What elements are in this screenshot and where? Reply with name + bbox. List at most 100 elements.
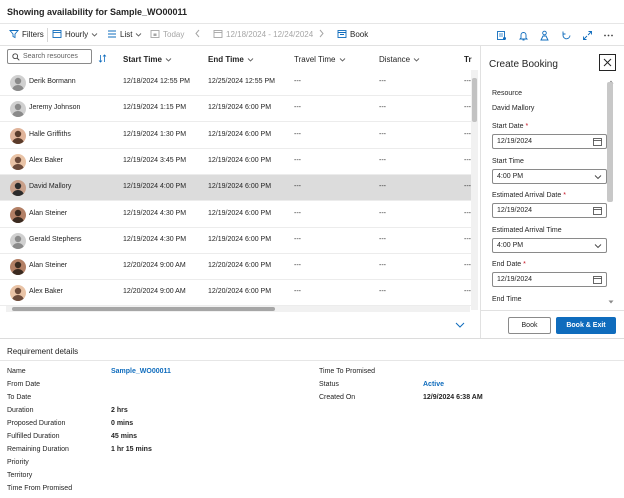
resource-row[interactable]: Jeremy Johnson 12/19/2024 1:15 PM 12/19/20… <box>0 96 472 123</box>
end-time-label: End Time <box>492 296 522 303</box>
resource-row[interactable]: Gerald Stephens 12/19/2024 4:30 PM 12/19/2… <box>0 228 472 254</box>
list-icon <box>108 30 116 38</box>
end-time-cell: 12/20/2024 6:00 PM <box>208 288 272 296</box>
requirement-field-value: 45 mins <box>111 433 138 440</box>
list-label: List <box>120 29 133 39</box>
close-panel-button[interactable] <box>599 54 616 71</box>
truncated-cell: --- <box>464 209 471 217</box>
calendar-icon <box>593 276 602 284</box>
resource-row[interactable]: Alex Baker 12/19/2024 3:45 PM 12/19/2024 6… <box>0 149 472 175</box>
chevron-right-icon <box>319 29 324 38</box>
requirement-field-label: Name <box>7 368 26 375</box>
resource-row[interactable]: David Mallory 12/19/2024 4:00 PM 12/19/202… <box>0 175 472 202</box>
panel-title: Create Booking <box>489 59 558 70</box>
requirement-field-label: Created On <box>319 394 356 401</box>
resource-row[interactable]: Alan Steiner 12/19/2024 4:30 PM 12/19/2024… <box>0 202 472 228</box>
est-arrival-date-value: 12/19/2024 <box>497 207 533 214</box>
next-range-button[interactable] <box>318 29 325 38</box>
start-date-label: Start Date * <box>492 123 529 130</box>
resource-name: Alan Steiner <box>29 262 68 270</box>
avatar <box>10 206 26 223</box>
end-time-cell: 12/19/2024 6:00 PM <box>208 156 272 164</box>
start-date-field[interactable]: 12/19/2024 <box>492 134 607 149</box>
resource-name: Alex Baker <box>29 288 63 296</box>
expand-button[interactable] <box>580 28 594 42</box>
start-time-cell: 12/20/2024 9:00 AM <box>123 288 186 296</box>
refresh-button[interactable] <box>559 28 573 42</box>
requirement-details-heading: Requirement details <box>7 347 79 356</box>
resource-name: Alex Baker <box>29 156 63 164</box>
refresh-icon <box>562 31 570 39</box>
column-header-travel-time[interactable]: Travel Time <box>294 55 346 64</box>
date-range-picker[interactable]: 12/18/2024 - 12/24/2024 <box>213 29 313 39</box>
sort-button[interactable] <box>98 54 107 65</box>
column-header-end-time[interactable]: End Time <box>208 55 254 64</box>
est-arrival-time-select[interactable]: 4:00 PM <box>492 238 607 253</box>
map-icon-button[interactable] <box>494 28 508 42</box>
calendar-icon <box>593 207 602 215</box>
requirement-field-link[interactable]: Active <box>423 381 444 388</box>
travel-time-cell: --- <box>294 235 301 243</box>
requirement-field-label: Proposed Duration <box>7 420 66 427</box>
search-icon <box>12 52 20 61</box>
resource-name: David Mallory <box>29 183 72 191</box>
start-time-cell: 12/19/2024 4:30 PM <box>123 235 187 243</box>
notifications-button[interactable] <box>516 28 530 42</box>
truncated-cell: --- <box>464 183 471 191</box>
est-arrival-date-label: Estimated Arrival Date * <box>492 192 566 199</box>
more-options-button[interactable] <box>601 28 615 42</box>
chevron-down-icon <box>455 322 465 328</box>
end-time-cell: 12/19/2024 6:00 PM <box>208 104 272 112</box>
book-button[interactable]: Book <box>508 317 551 334</box>
expand-grid-button[interactable] <box>455 321 465 331</box>
hourly-label: Hourly <box>65 29 89 39</box>
hourly-dropdown[interactable]: Hourly <box>52 29 98 39</box>
travel-time-cell: --- <box>294 130 301 138</box>
column-header-label: Tr <box>464 55 472 64</box>
resource-row[interactable]: Derik Bormann 12/18/2024 12:55 PM 12/25/20… <box>0 70 472 96</box>
vertical-scrollbar-thumb[interactable] <box>472 78 477 122</box>
today-button[interactable]: Today <box>150 29 184 39</box>
column-header-label: Distance <box>379 55 411 64</box>
est-arrival-date-field[interactable]: 12/19/2024 <box>492 203 607 218</box>
filters-label: Filters <box>22 29 44 39</box>
resource-button[interactable] <box>537 28 551 42</box>
column-header-truncated[interactable]: Tr <box>464 55 472 64</box>
avatar <box>10 101 26 118</box>
resource-row[interactable]: Alex Baker 12/20/2024 9:00 AM 12/20/2024 6… <box>0 280 472 307</box>
horizontal-scrollbar-thumb[interactable] <box>12 307 275 311</box>
start-time-select[interactable]: 4:00 PM <box>492 169 607 184</box>
book-toolbar-button[interactable]: Book <box>337 29 368 39</box>
calendar-settings-icon <box>52 30 62 38</box>
avatar <box>10 180 26 197</box>
resource-name: Halle Griffiths <box>29 130 71 138</box>
requirement-field-link[interactable]: Sample_WO00011 <box>111 368 171 375</box>
end-date-value: 12/19/2024 <box>497 276 533 283</box>
column-header-start-time[interactable]: Start Time <box>123 55 172 64</box>
avatar <box>10 127 26 144</box>
book-toolbar-label: Book <box>350 29 369 39</box>
filters-button[interactable]: Filters <box>9 29 44 39</box>
avatar <box>10 153 26 170</box>
resource-row[interactable]: Alan Steiner 12/20/2024 9:00 AM 12/20/2024… <box>0 254 472 281</box>
list-dropdown[interactable]: List <box>107 29 142 39</box>
column-header-distance[interactable]: Distance <box>379 55 420 64</box>
resource-row[interactable]: Halle Griffiths 12/19/2024 1:30 PM 12/19/2… <box>0 123 472 149</box>
resource-name: Gerald Stephens <box>29 235 82 243</box>
book-and-exit-button[interactable]: Book & Exit <box>556 317 616 334</box>
start-time-cell: 12/19/2024 1:15 PM <box>123 104 187 112</box>
panel-scrollbar-thumb[interactable] <box>607 82 613 202</box>
calendar-icon <box>213 30 223 38</box>
requirement-field-value: 1 hr 15 mins <box>111 446 152 453</box>
truncated-cell: --- <box>464 288 471 296</box>
previous-range-button[interactable] <box>194 29 201 38</box>
search-placeholder: Search resources <box>23 53 78 60</box>
search-resources-input[interactable]: Search resources <box>7 49 92 64</box>
chevron-left-icon <box>195 29 200 38</box>
end-date-field[interactable]: 12/19/2024 <box>492 272 607 287</box>
requirement-field-label: Time From Promised <box>7 485 73 492</box>
chevron-down-icon <box>339 58 345 62</box>
panel-scroll-down-button[interactable] <box>608 297 614 306</box>
calendar-today-icon <box>150 30 160 38</box>
title-bar: Showing availability for Sample_WO00011 <box>0 0 624 24</box>
